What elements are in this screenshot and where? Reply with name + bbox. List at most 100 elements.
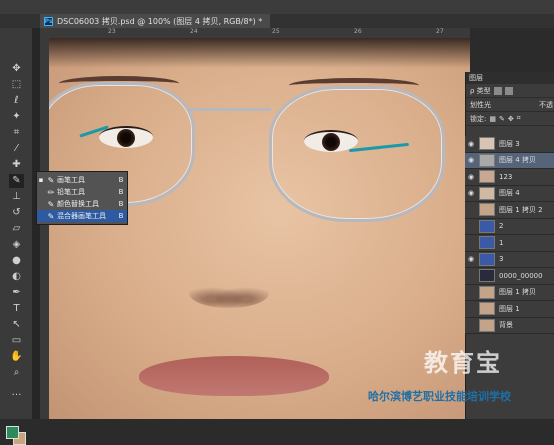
- opacity-label: 不透: [539, 100, 553, 109]
- visibility-eye-icon[interactable]: ◉: [465, 173, 477, 181]
- type-tool-icon[interactable]: T: [9, 302, 24, 316]
- layer-name: 图层 4: [499, 189, 520, 198]
- lock-position-icon[interactable]: ✥: [508, 115, 514, 123]
- layer-name: 图层 3: [499, 139, 520, 148]
- filter-adjustment-icon[interactable]: [504, 86, 513, 95]
- visibility-eye-icon[interactable]: ◉: [465, 255, 477, 263]
- menu-bar: [0, 0, 554, 14]
- lock-artboard-icon[interactable]: ⌗: [517, 114, 521, 123]
- flyout-shortcut: B: [118, 212, 124, 220]
- watermark-caption: 哈尔滨博艺职业技能培训学校: [368, 390, 511, 403]
- visibility-eye-icon[interactable]: ◉: [465, 140, 477, 148]
- layer-name: 2: [499, 222, 504, 231]
- healing-brush-tool-icon[interactable]: ✚: [9, 158, 24, 172]
- lock-label: 锁定:: [470, 114, 487, 123]
- layer-row[interactable]: 图层 1: [465, 301, 554, 318]
- flyout-shortcut: B: [118, 188, 124, 196]
- layer-name: 图层 1 拷贝: [499, 288, 536, 297]
- mixer-brush-icon: ✎: [47, 211, 55, 221]
- move-tool-icon[interactable]: ✥: [9, 62, 24, 76]
- ruler-tick-label: 27: [436, 28, 444, 35]
- watermark-logo: 教育宝: [424, 349, 502, 377]
- layer-thumbnail: [479, 252, 495, 266]
- lasso-tool-icon[interactable]: ℓ: [9, 94, 24, 108]
- layers-panel-title: 图层: [469, 74, 483, 82]
- layer-thumbnail: [479, 269, 495, 283]
- layer-row[interactable]: ◉ 3: [465, 251, 554, 268]
- ruler-tick-label: 23: [108, 28, 116, 35]
- history-brush-tool-icon[interactable]: ↺: [9, 206, 24, 220]
- lips: [139, 356, 329, 396]
- layer-row[interactable]: 背景: [465, 317, 554, 334]
- layer-thumbnail: [479, 219, 495, 233]
- zoom-tool-icon[interactable]: ⌕: [9, 366, 24, 380]
- photoshop-logo-icon: Ps: [44, 16, 53, 26]
- right-glasses-lens: [269, 86, 445, 222]
- shape-tool-icon[interactable]: ▭: [9, 334, 24, 348]
- image-canvas[interactable]: [49, 38, 470, 419]
- flyout-item-brush[interactable]: ▪ ✎ 画笔工具 B: [37, 174, 127, 186]
- layer-thumbnail: [479, 137, 495, 151]
- filter-pixel-icon[interactable]: [493, 86, 502, 95]
- path-select-tool-icon[interactable]: ↖: [9, 318, 24, 332]
- marquee-tool-icon[interactable]: ⬚: [9, 78, 24, 92]
- layer-row[interactable]: ◉ 123: [465, 169, 554, 186]
- layer-name: 123: [499, 172, 513, 181]
- layer-row[interactable]: ◉ 图层 4: [465, 185, 554, 202]
- eyedropper-tool-icon[interactable]: ⁄: [9, 142, 24, 156]
- hand-tool-icon[interactable]: ✋: [9, 350, 24, 364]
- layer-row[interactable]: ◉ 图层 4 拷贝: [465, 152, 554, 169]
- layers-list: ◉ 图层 3 ◉ 图层 4 拷贝 ◉ 123 ◉ 图层 4 图层 1 拷贝 2 2 1 ◉ 3 0000_…: [465, 136, 554, 334]
- lock-pixels-icon[interactable]: ▦: [489, 115, 496, 123]
- pen-tool-icon[interactable]: ✒: [9, 286, 24, 300]
- flyout-item-color-replacement[interactable]: ✎ 颜色替换工具 B: [37, 198, 127, 210]
- layer-row[interactable]: 2: [465, 218, 554, 235]
- brush-tool-flyout: ▪ ✎ 画笔工具 B ✏ 铅笔工具 B ✎ 颜色替换工具 B ✎ 混合器画笔工具…: [36, 171, 128, 225]
- flyout-item-mixer-brush[interactable]: ✎ 混合器画笔工具 B: [37, 210, 127, 222]
- layer-row[interactable]: 0000_00000: [465, 268, 554, 285]
- layer-row[interactable]: 图层 1 拷贝 2: [465, 202, 554, 219]
- layer-thumbnail: [479, 203, 495, 217]
- layer-name: 背景: [499, 321, 513, 330]
- layer-name: 图层 4 拷贝: [499, 156, 536, 165]
- more-tools-icon[interactable]: …: [9, 386, 24, 400]
- ruler-tick-label: 26: [354, 28, 362, 35]
- flyout-item-pencil[interactable]: ✏ 铅笔工具 B: [37, 186, 127, 198]
- dodge-tool-icon[interactable]: ◐: [9, 270, 24, 284]
- quick-select-tool-icon[interactable]: ✦: [9, 110, 24, 124]
- blur-tool-icon[interactable]: ●: [9, 254, 24, 268]
- layer-filter-select[interactable]: ρ 类型: [470, 86, 491, 96]
- eraser-tool-icon[interactable]: ▱: [9, 222, 24, 236]
- pencil-icon: ✏: [47, 187, 55, 197]
- blend-mode-row: 划性光 不透: [466, 98, 554, 112]
- layer-row[interactable]: ◉ 图层 3: [465, 136, 554, 153]
- flyout-label: 混合器画笔工具: [57, 212, 106, 220]
- layer-name: 1: [499, 238, 504, 247]
- layer-filter-row[interactable]: ρ 类型: [466, 84, 554, 98]
- blend-mode-select[interactable]: 划性光: [470, 100, 491, 110]
- layers-panel-tab[interactable]: 图层: [466, 72, 554, 84]
- flyout-shortcut: B: [118, 176, 124, 184]
- document-tab[interactable]: Ps DSC06003 拷贝.psd @ 100% (图层 4 拷贝, RGB/…: [40, 14, 271, 28]
- layer-row[interactable]: 图层 1 拷贝: [465, 284, 554, 301]
- crop-tool-icon[interactable]: ⌗: [9, 126, 24, 140]
- layer-thumbnail: [479, 285, 495, 299]
- hair-region: [49, 38, 470, 68]
- layer-thumbnail: [479, 318, 495, 332]
- foreground-color-swatch[interactable]: [6, 426, 19, 439]
- visibility-eye-icon[interactable]: ◉: [465, 189, 477, 197]
- flyout-label: 颜色替换工具: [57, 200, 99, 208]
- visibility-eye-icon[interactable]: ◉: [465, 156, 477, 164]
- paint-bucket-tool-icon[interactable]: ◈: [9, 238, 24, 252]
- layer-name: 图层 1 拷贝 2: [499, 205, 543, 214]
- clone-stamp-tool-icon[interactable]: ⊥: [9, 190, 24, 204]
- lock-row: 锁定: ▦ ✎ ✥ ⌗: [466, 112, 554, 126]
- layer-thumbnail: [479, 186, 495, 200]
- layer-name: 图层 1: [499, 304, 520, 313]
- layer-thumbnail: [479, 170, 495, 184]
- current-tool-bullet-icon: ▪: [38, 176, 44, 184]
- lock-paint-icon[interactable]: ✎: [499, 115, 505, 123]
- brush-tool-icon[interactable]: ✎: [9, 174, 24, 188]
- flyout-label: 画笔工具: [57, 176, 85, 184]
- layer-row[interactable]: 1: [465, 235, 554, 252]
